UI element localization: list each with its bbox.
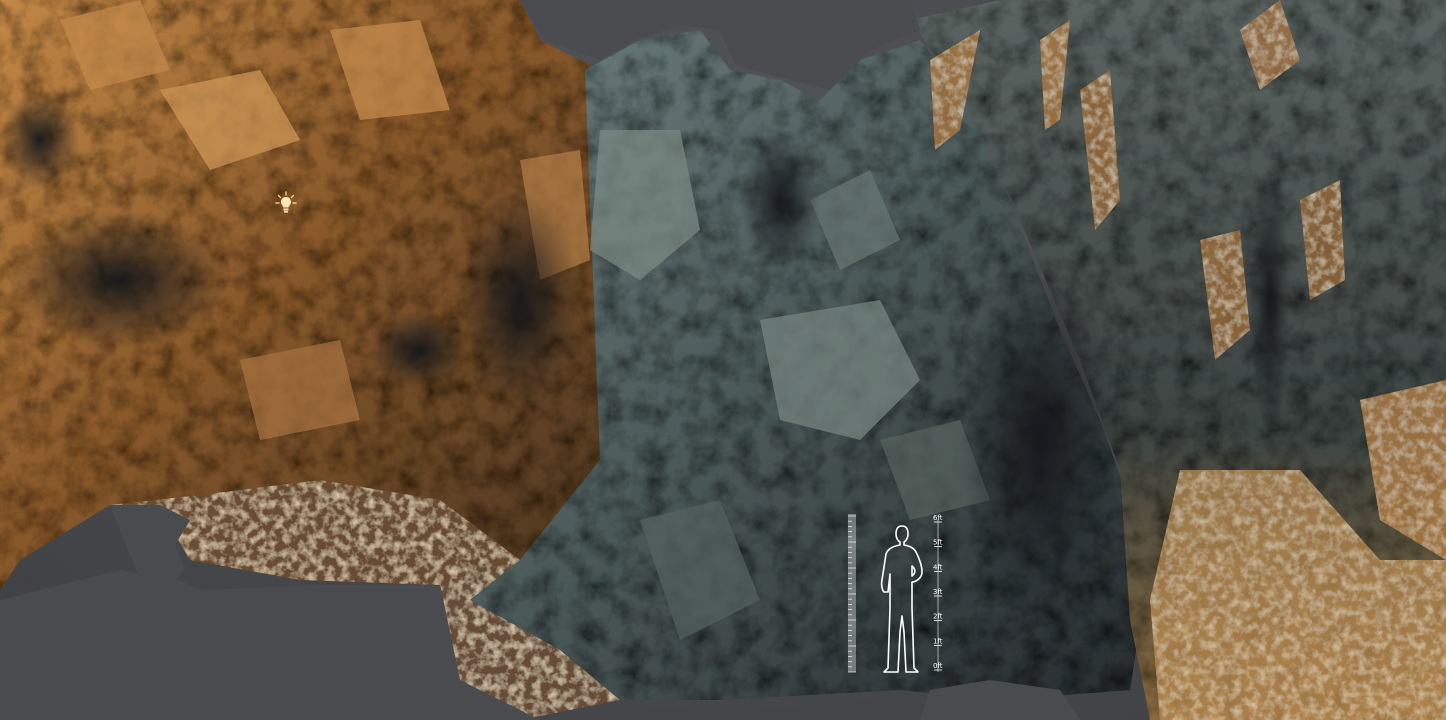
scale-label: 4ft xyxy=(933,563,943,571)
scale-label: 3ft xyxy=(933,588,943,596)
light-bulb-icon[interactable] xyxy=(272,190,300,218)
scale-label: 1ft xyxy=(933,637,943,645)
scale-ruler-left xyxy=(848,514,856,673)
person-silhouette xyxy=(880,525,923,673)
human-scale-figure-icon: 6ft 5ft 4ft 3ft 2ft 1ft 0ft xyxy=(848,514,943,673)
scale-label: 5ft xyxy=(933,539,943,547)
rock-cliff-scan[interactable] xyxy=(0,0,1446,720)
scale-label: 6ft xyxy=(933,514,943,522)
3d-viewport[interactable]: 6ft 5ft 4ft 3ft 2ft 1ft 0ft xyxy=(0,0,1446,720)
scale-label: 2ft xyxy=(933,613,943,621)
scale-label: 0ft xyxy=(933,662,943,670)
